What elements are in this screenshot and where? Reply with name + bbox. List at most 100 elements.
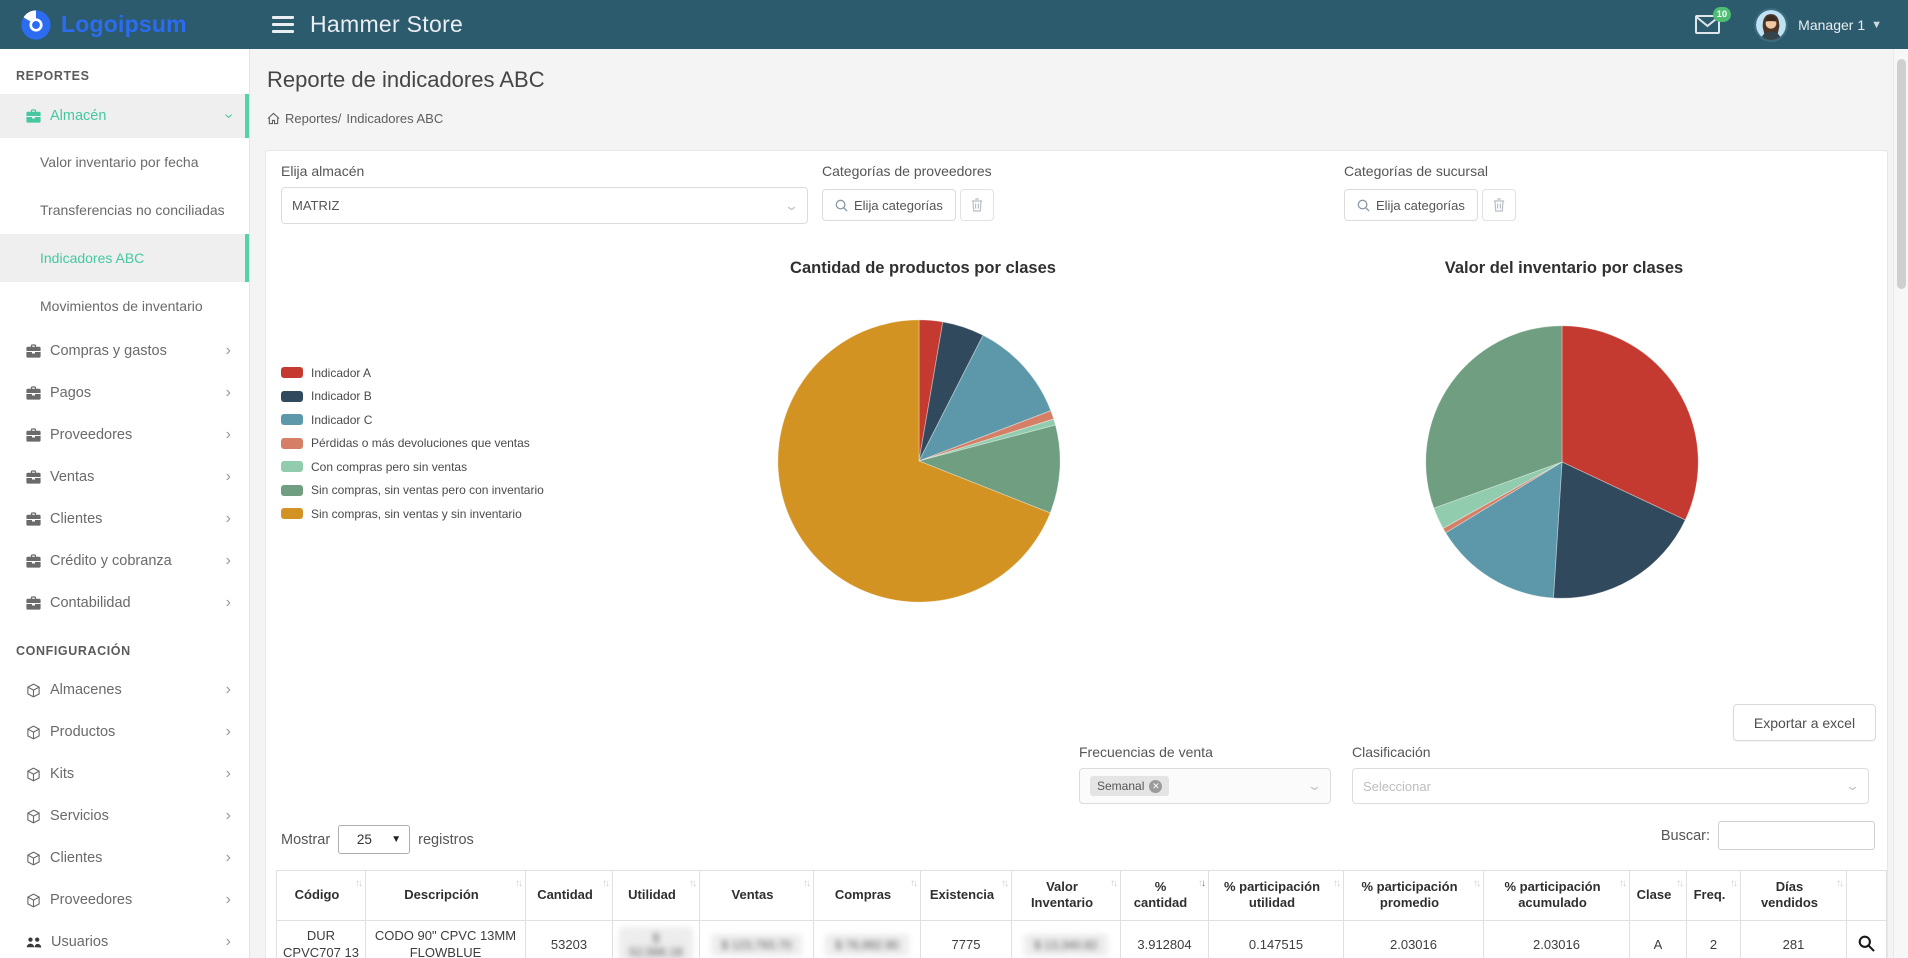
legend-item: Pérdidas o más devoluciones que ventas (281, 432, 544, 456)
sidebar-subitem-movimientos[interactable]: Movimientos de inventario (0, 282, 249, 330)
sidebar: REPORTES Almacén › Valor inventario por … (0, 49, 250, 958)
sort-icon: ↑↓ (1110, 878, 1116, 891)
cell-pct-utilidad: 0.147515 (1209, 920, 1344, 958)
sidebar-item-almacen[interactable]: Almacén › (0, 94, 249, 138)
sidebar-item-usuarios[interactable]: Usuarios› (0, 921, 249, 958)
sidebar-item-contabilidad[interactable]: Contabilidad› (0, 582, 249, 624)
pie-chart-cantidad (775, 317, 1063, 605)
sidebar-item-productos[interactable]: Productos› (0, 711, 249, 753)
chevron-down-icon: › (220, 113, 236, 118)
col-header-clase[interactable]: Clase↑↓ (1630, 871, 1687, 921)
page-scrollbar[interactable] (1893, 49, 1908, 958)
cell-pct-acumulado: 2.03016 (1484, 920, 1630, 958)
sidebar-subitem-transferencias[interactable]: Transferencias no conciliadas (0, 186, 249, 234)
buscar-label: Buscar: (1661, 828, 1710, 844)
sidebar-item-pagos[interactable]: Pagos› (0, 372, 249, 414)
proveedores-filter-label: Categorías de proveedores (822, 163, 992, 179)
cell-clase: A (1630, 920, 1687, 958)
user-menu[interactable]: Manager 1 (1798, 17, 1865, 33)
cube-icon (26, 893, 41, 908)
remove-chip-icon[interactable]: ✕ (1149, 780, 1162, 793)
scrollbar-thumb[interactable] (1897, 59, 1906, 289)
col-header-ventas[interactable]: Ventas↑↓ (700, 871, 814, 921)
sucursal-clear-button[interactable] (1482, 189, 1516, 221)
sidebar-item-label: Almacén (50, 108, 106, 124)
sucursal-filter-label: Categorías de sucursal (1344, 163, 1488, 179)
avatar[interactable] (1754, 8, 1788, 42)
col-header-pct-acumulado[interactable]: % participación acumulado↑↓ (1484, 871, 1630, 921)
sidebar-item-ventas[interactable]: Ventas› (0, 456, 249, 498)
chart-title-cantidad: Cantidad de productos por clases (663, 259, 1183, 278)
search-input[interactable] (1718, 821, 1875, 850)
chevron-right-icon: › (226, 724, 231, 740)
col-header-valor-inventario[interactable]: Valor Inventario↑↓ (1012, 871, 1121, 921)
chevron-down-icon: ⌄ (1845, 778, 1860, 794)
chevron-right-icon: › (226, 343, 231, 359)
col-header-pct-cantidad[interactable]: % cantidad↑↓ (1121, 871, 1209, 921)
cube-icon (26, 851, 41, 866)
sort-icon: ↑↓ (1001, 878, 1007, 891)
col-header-pct-utilidad[interactable]: % participación utilidad↑↓ (1209, 871, 1344, 921)
col-header-descripcion[interactable]: Descripción↑↓ (366, 871, 526, 921)
frecuencias-label: Frecuencias de venta (1079, 744, 1213, 760)
sidebar-item-clientes[interactable]: Clientes› (0, 498, 249, 540)
cell-pct-cantidad: 3.912804 (1121, 920, 1209, 958)
sidebar-item-clientes-config[interactable]: Clientes› (0, 837, 249, 879)
breadcrumb-reportes-link[interactable]: Reportes/ (285, 111, 341, 126)
col-header-cantidad[interactable]: Cantidad↑↓ (526, 871, 613, 921)
sidebar-item-proveedores-config[interactable]: Proveedores› (0, 879, 249, 921)
col-header-utilidad[interactable]: Utilidad↑↓ (613, 871, 700, 921)
clasificacion-select[interactable]: Seleccionar ⌄ (1352, 768, 1869, 804)
clasificacion-label: Clasificación (1352, 744, 1431, 760)
legend-swatch (281, 414, 303, 425)
main-content: Reporte de indicadores ABC Reportes/ Ind… (250, 49, 1908, 958)
col-header-compras[interactable]: Compras↑↓ (814, 871, 921, 921)
breadcrumb: Reportes/ Indicadores ABC (267, 111, 443, 126)
sidebar-item-kits[interactable]: Kits› (0, 753, 249, 795)
mail-button[interactable]: 10 (1695, 15, 1720, 34)
sidebar-subitem-valor-inventario[interactable]: Valor inventario por fecha (0, 138, 249, 186)
logo-icon (20, 9, 52, 41)
sidebar-item-almacenes-config[interactable]: Almacenes› (0, 669, 249, 711)
table-header-row: Código↑↓ Descripción↑↓ Cantidad↑↓ Utilid… (277, 871, 1887, 921)
page-title: Reporte de indicadores ABC (267, 67, 545, 93)
sidebar-item-compras-y-gastos[interactable]: Compras y gastos› (0, 330, 249, 372)
logo-text: Logoipsum (61, 11, 187, 38)
cell-existencia: 7775 (921, 920, 1012, 958)
chevron-right-icon: › (226, 595, 231, 611)
frecuencias-select[interactable]: Semanal ✕ ⌄ (1079, 768, 1331, 804)
col-header-freq[interactable]: Freq.↑↓ (1687, 871, 1741, 921)
table-row: DUR CPVC707 13 CODO 90" CPVC 13MM FLOWBL… (277, 920, 1887, 958)
sidebar-item-credito-y-cobranza[interactable]: Crédito y cobranza› (0, 540, 249, 582)
almacen-select[interactable]: MATRIZ ⌄ (281, 187, 808, 224)
cell-compras: $ 76,992.90 (814, 920, 921, 958)
col-header-dias-vendidos[interactable]: Días vendidos↑↓ (1741, 871, 1847, 921)
row-detail-magnifier-icon[interactable] (1858, 935, 1875, 952)
logo[interactable]: Logoipsum (0, 0, 250, 49)
chevron-right-icon: › (226, 892, 231, 908)
export-excel-button[interactable]: Exportar a excel (1733, 704, 1876, 741)
cell-freq: 2 (1687, 920, 1741, 958)
col-header-codigo[interactable]: Código↑↓ (277, 871, 366, 921)
menu-toggle-icon[interactable] (272, 16, 294, 33)
col-header-existencia[interactable]: Existencia↑↓ (921, 871, 1012, 921)
user-menu-caret-icon[interactable]: ▼ (1871, 19, 1882, 31)
registros-label: registros (418, 832, 474, 848)
report-card: Elija almacén MATRIZ ⌄ Categorías de pro… (265, 150, 1888, 958)
sidebar-subitem-indicadores-abc[interactable]: Indicadores ABC (0, 234, 249, 282)
legend-item: Con compras pero sin ventas (281, 455, 544, 479)
proveedores-clear-button[interactable] (960, 189, 994, 221)
proveedores-categorias-button[interactable]: Elija categorías (822, 189, 956, 221)
legend-item: Indicador C (281, 408, 544, 432)
sidebar-item-proveedores[interactable]: Proveedores› (0, 414, 249, 456)
users-icon (26, 936, 42, 949)
mostrar-label: Mostrar (281, 832, 330, 848)
cell-valor-inventario: $ 13,340.82 (1012, 920, 1121, 958)
sidebar-item-servicios[interactable]: Servicios› (0, 795, 249, 837)
col-header-pct-promedio[interactable]: % participación promedio↑↓ (1344, 871, 1484, 921)
home-icon (267, 112, 280, 125)
sort-icon: ↑↓ (1473, 878, 1479, 891)
chart-legend: Indicador A Indicador B Indicador C Pérd… (281, 361, 544, 526)
sucursal-categorias-button[interactable]: Elija categorías (1344, 189, 1478, 221)
page-size-select[interactable]: 25▼ (338, 825, 410, 854)
